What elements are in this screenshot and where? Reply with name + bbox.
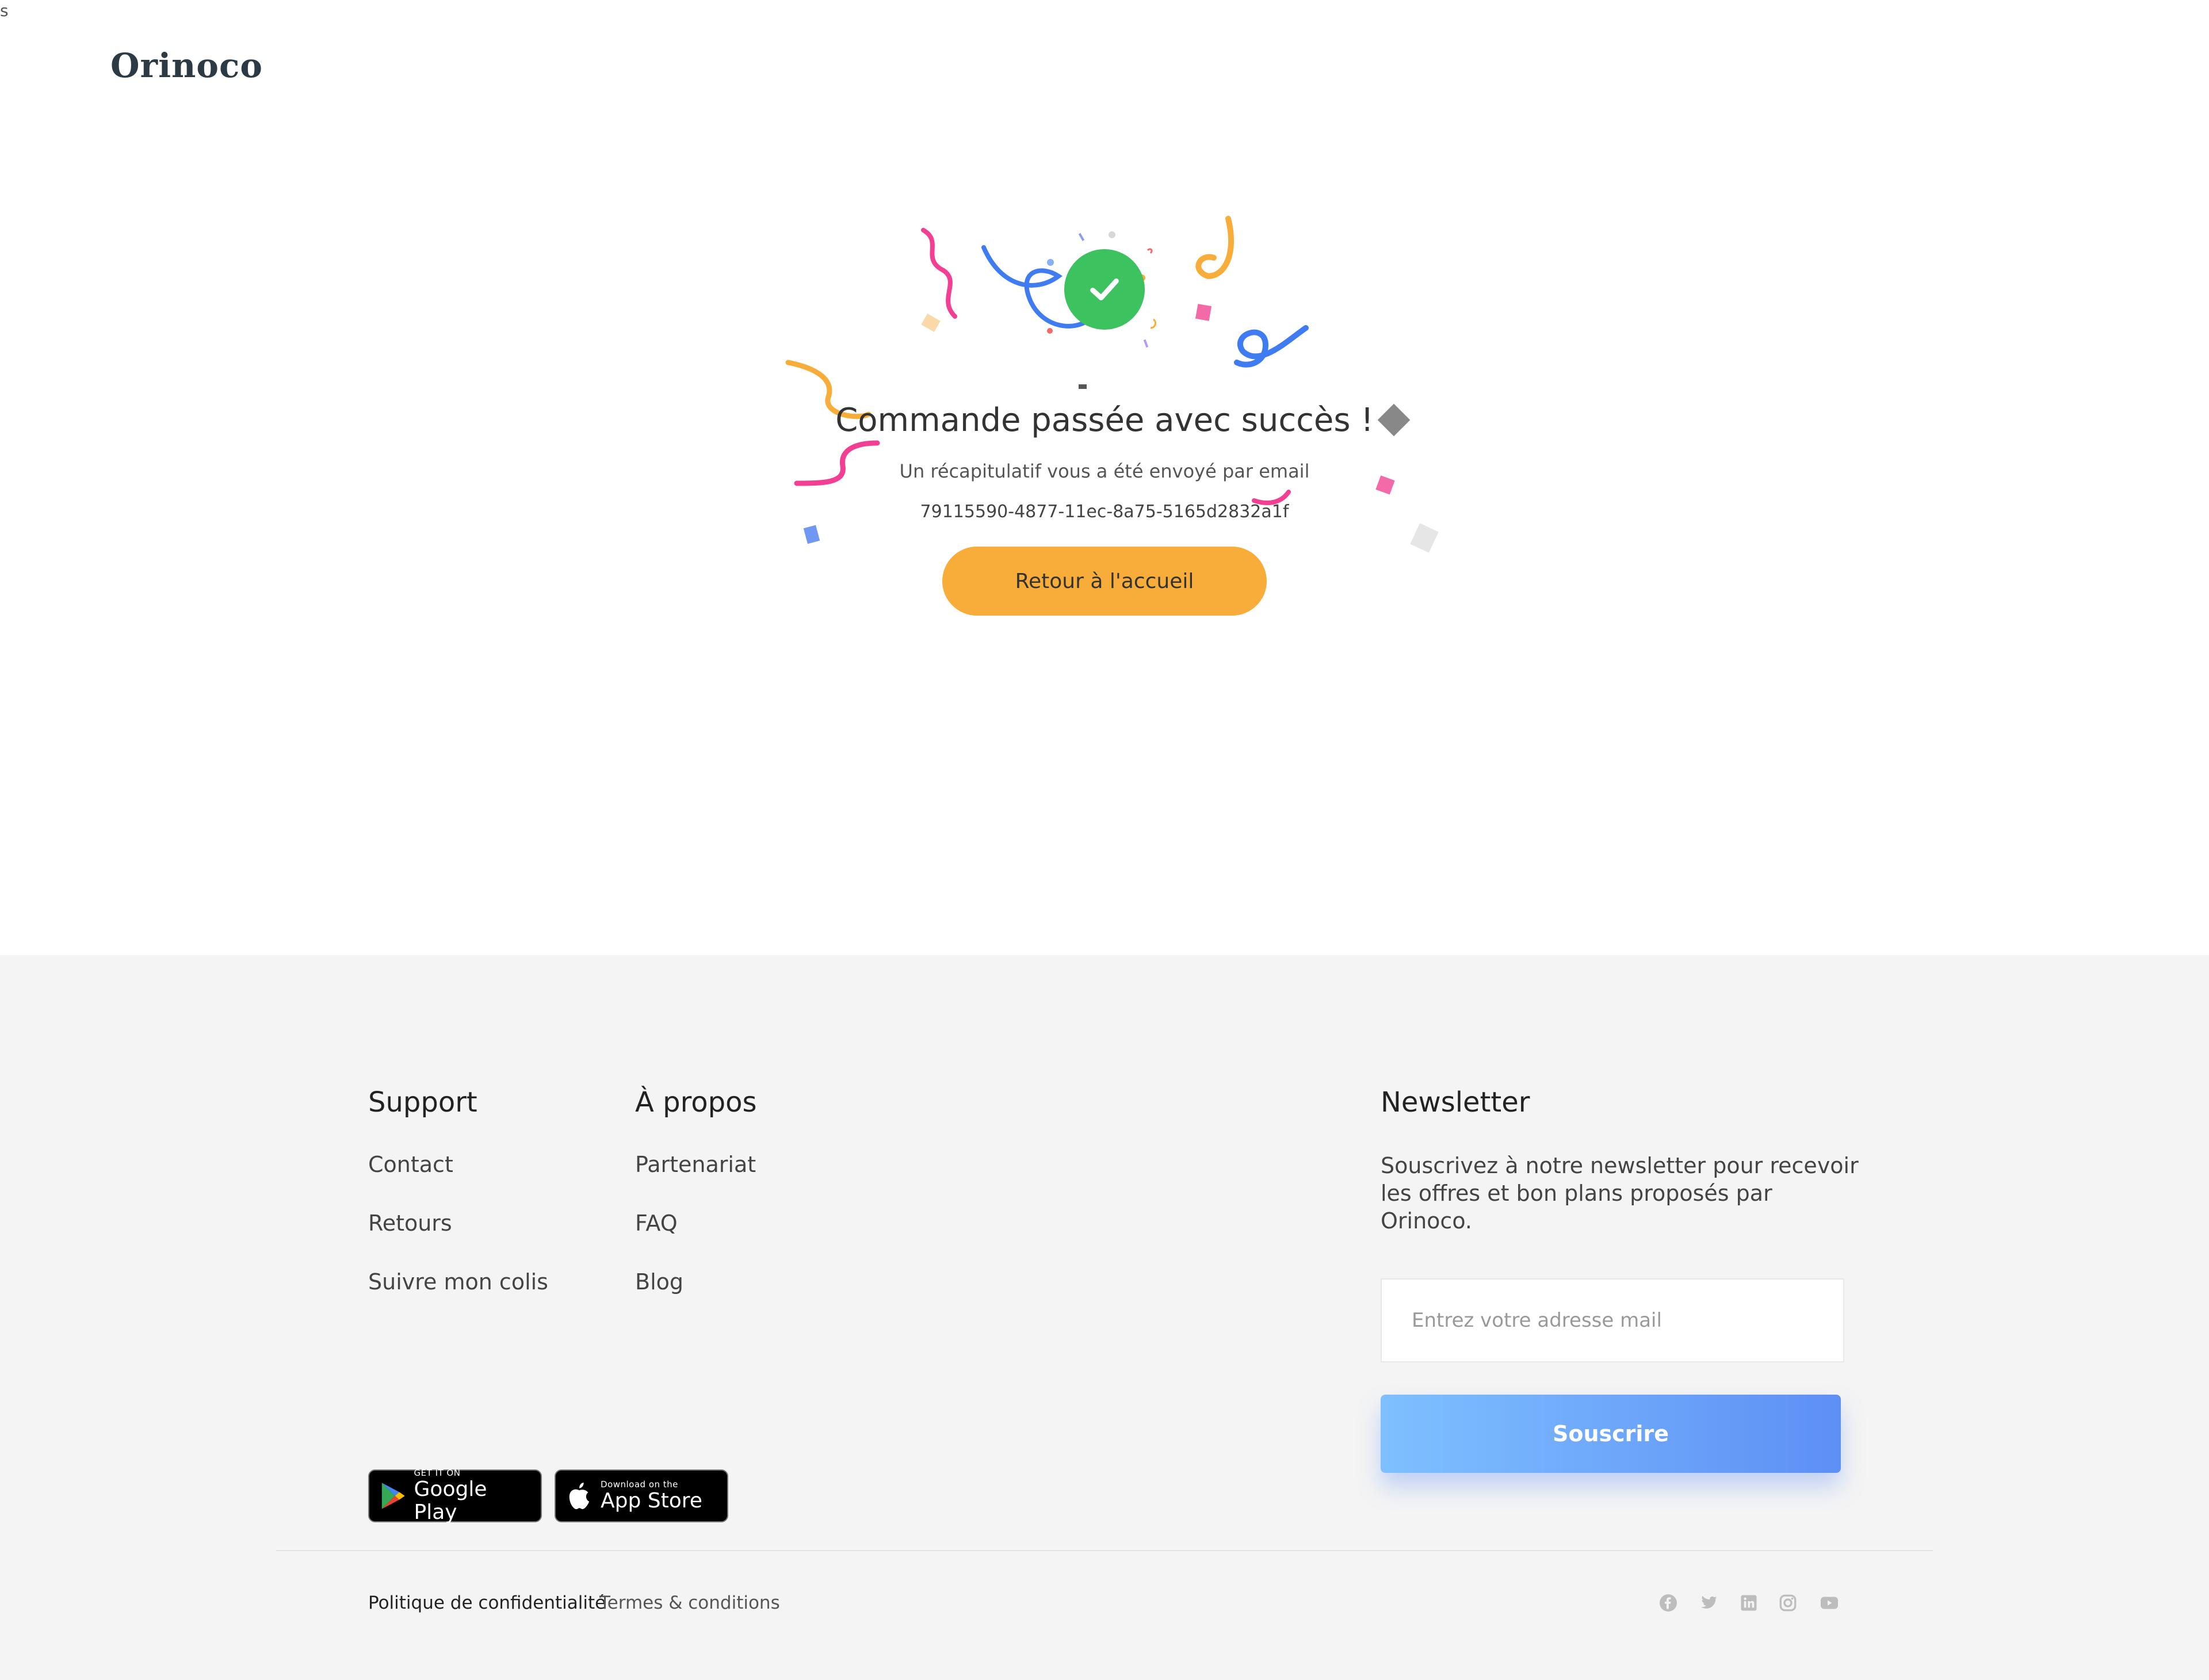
google-play-icon [381, 1483, 405, 1509]
google-badge-small-text: GET IT ON [414, 1468, 461, 1478]
app-store-badge[interactable]: Download on the App Store [555, 1469, 728, 1522]
support-heading: Support [368, 1086, 477, 1118]
order-id: 79115590-4877-11ec-8a75-5165d2832a1f [920, 502, 1289, 522]
youtube-icon[interactable] [1818, 1591, 1841, 1614]
footer-divider [276, 1550, 1933, 1551]
order-confirmation: Commande passée avec succès ! Un récapit… [0, 0, 2209, 955]
footer-link-faq[interactable]: FAQ [635, 1211, 678, 1236]
footer-link-track-parcel[interactable]: Suivre mon colis [368, 1269, 548, 1295]
apple-badge-big-text: App Store [601, 1489, 702, 1513]
about-heading: À propos [635, 1086, 757, 1118]
apple-badge-small-text: Download on the [601, 1479, 678, 1490]
footer-link-contact[interactable]: Contact [368, 1152, 453, 1177]
success-check-icon [1064, 249, 1145, 330]
google-play-badge[interactable]: GET IT ON Google Play [368, 1468, 542, 1524]
newsletter-description: Souscrivez à notre newsletter pour recev… [1381, 1153, 1859, 1234]
linkedin-icon[interactable] [1737, 1591, 1760, 1614]
newsletter-email-input[interactable] [1381, 1278, 1844, 1362]
terms-link[interactable]: Termes & conditions [599, 1593, 780, 1613]
facebook-icon[interactable] [1657, 1591, 1680, 1614]
site-footer: Support Contact Retours Suivre mon colis… [0, 955, 2209, 1680]
footer-link-partnership[interactable]: Partenariat [635, 1152, 756, 1177]
confirmation-subtitle: Un récapitulatif vous a été envoyé par e… [899, 460, 1310, 482]
subscribe-button[interactable]: Souscrire [1381, 1395, 1841, 1473]
apple-icon [569, 1483, 590, 1509]
page-title: Commande passée avec succès ! [835, 402, 1374, 439]
newsletter-heading: Newsletter [1381, 1086, 1530, 1118]
footer-link-blog[interactable]: Blog [635, 1269, 683, 1295]
google-badge-big-text: Google Play [414, 1477, 487, 1524]
privacy-policy-link[interactable]: Politique de confidentialité [368, 1593, 606, 1613]
back-home-button[interactable]: Retour à l'accueil [942, 547, 1267, 616]
footer-link-returns[interactable]: Retours [368, 1211, 452, 1236]
twitter-icon[interactable] [1697, 1591, 1720, 1614]
instagram-icon[interactable] [1776, 1591, 1799, 1614]
